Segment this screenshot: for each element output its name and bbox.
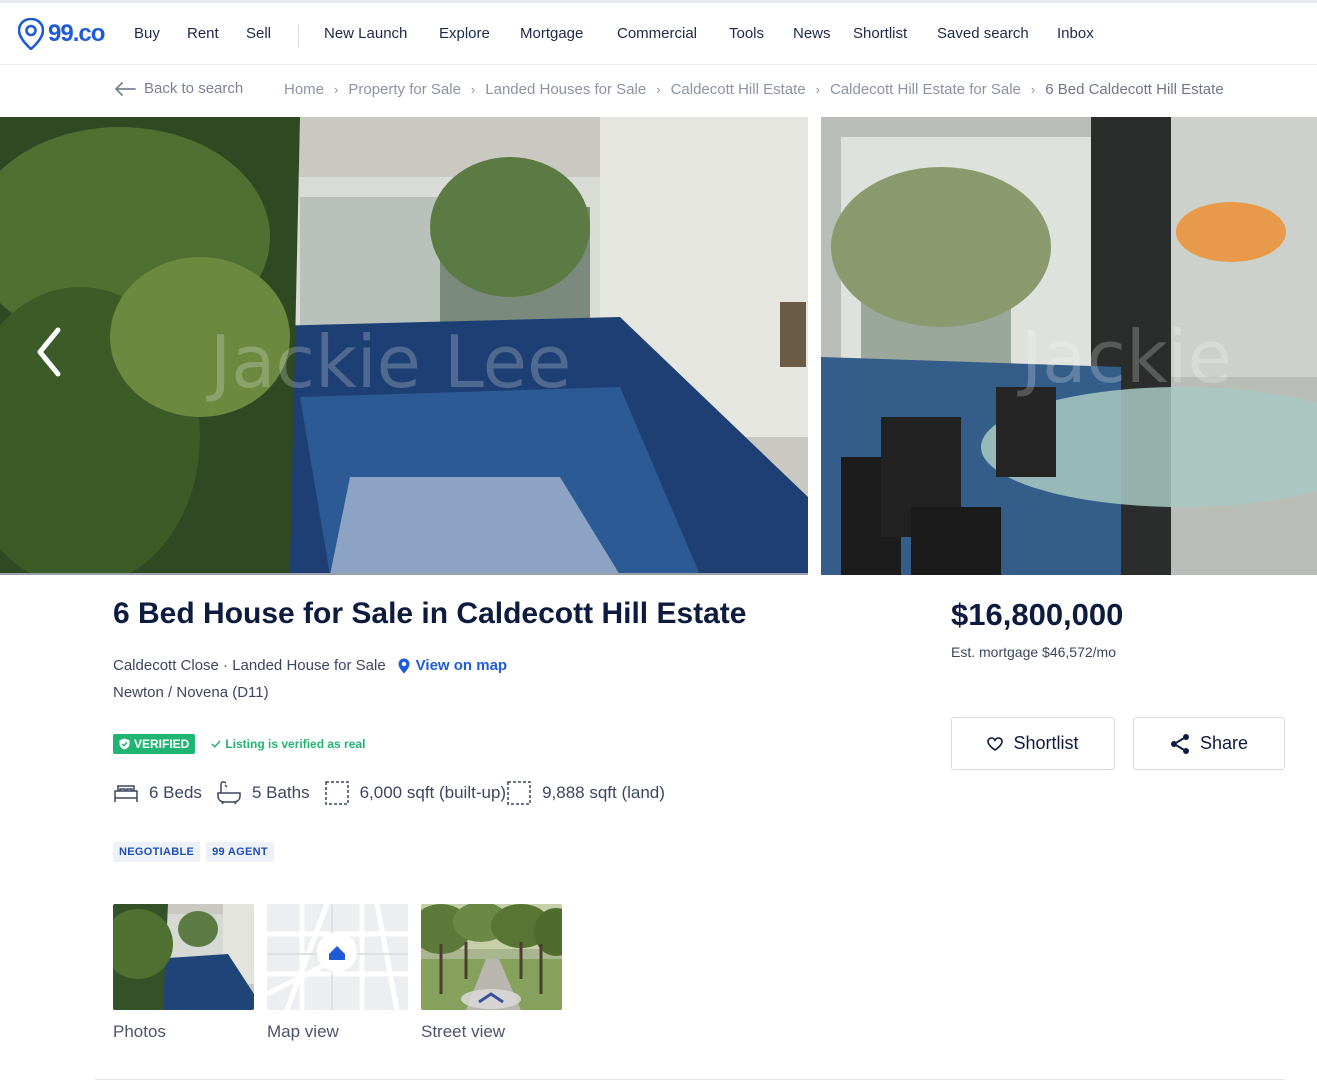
feature-baths: 5 Baths [216,780,310,806]
baths-label: 5 Baths [251,783,310,802]
pool-photo-image: Jackie Lee [0,117,808,575]
crumb-estate-for-sale[interactable]: Caldecott Hill Estate for Sale [830,81,1021,98]
thumb-photos-label: Photos [113,1022,166,1041]
feature-beds: 6 Beds [113,781,202,805]
thumb-street-view[interactable]: Street view [421,904,562,1042]
verified-note: Listing is verified as real [211,737,365,751]
nav-sell[interactable]: Sell [246,25,271,42]
nav-commercial[interactable]: Commercial [617,25,697,42]
listing-tags: NEGOTIABLE 99 AGENT [113,842,274,862]
location-pin-logo-icon [18,18,44,50]
crumb-landed-houses[interactable]: Landed Houses for Sale [485,81,646,98]
beds-label: 6 Beds [149,783,202,802]
shortlist-button[interactable]: Shortlist [951,717,1115,770]
thumb-street-view-label: Street view [421,1022,506,1041]
nav-tools[interactable]: Tools [729,25,764,42]
nav-mortgage[interactable]: Mortgage [520,25,583,42]
crumb-estate[interactable]: Caldecott Hill Estate [671,81,806,98]
nav-divider [298,25,299,47]
thumb-map-view[interactable]: Map view [267,904,408,1042]
crumb-current: 6 Bed Caldecott Hill Estate [1045,81,1224,98]
listing-district: Newton / Novena (D11) [113,684,269,701]
floor-area-icon [324,781,349,805]
media-thumbnails: Photos Map view Street view [113,904,562,1042]
watermark: Jackie [1017,315,1232,399]
share-icon [1170,733,1189,754]
logo-text: 99.co [48,20,105,47]
gallery-photo-dining[interactable]: Jackie [821,117,1317,575]
chevron-right-icon: › [815,82,820,97]
share-button-label: Share [1199,733,1249,753]
nav-saved-search[interactable]: Saved search [937,25,1029,42]
feature-land: 9,888 sqft (land) [506,780,665,806]
photos-thumbnail-image [113,904,254,1010]
nav-news[interactable]: News [793,25,831,42]
breadcrumb-trail: Home › Property for Sale › Landed Houses… [284,81,1224,98]
listing-address: Caldecott Close · Landed House for Sale … [113,657,507,674]
nav-rent[interactable]: Rent [187,25,219,42]
land-area-icon [507,781,531,805]
listing-price: $16,800,000 [951,597,1124,632]
tag-negotiable: NEGOTIABLE [113,842,201,862]
verification-row: VERIFIED Listing is verified as real [113,734,365,754]
top-navbar: 99.co Buy Rent Sell New Launch Explore M… [0,0,1317,65]
feature-built-up: 6,000 sqft (built-up) [324,780,506,806]
crumb-home[interactable]: Home [284,81,324,98]
check-icon [211,740,221,748]
back-to-search-label: Back to search [144,80,244,97]
share-button[interactable]: Share [1133,717,1285,770]
thumb-photos[interactable]: Photos [113,904,254,1042]
street-view-thumbnail-image [421,904,562,1010]
chevron-right-icon: › [470,82,476,97]
crumb-property-for-sale[interactable]: Property for Sale [348,81,461,98]
nav-new-launch[interactable]: New Launch [324,25,407,42]
chevron-right-icon: › [1030,82,1036,97]
built-up-label: 6,000 sqft (built-up) [359,783,507,802]
tag-99-agent: 99 AGENT [206,842,274,862]
nav-buy[interactable]: Buy [134,25,160,42]
logo[interactable]: 99.co [18,18,105,50]
section-divider [95,1079,1285,1080]
land-label: 9,888 sqft (land) [542,783,665,802]
verified-badge-label: VERIFIED [134,737,190,751]
listing-title: 6 Bed House for Sale in Caldecott Hill E… [113,597,747,630]
verified-note-label: Listing is verified as real [225,737,366,751]
chevron-left-icon[interactable] [30,322,70,382]
heart-icon [987,736,1004,751]
shortlist-button-label: Shortlist [1013,733,1079,753]
nav-shortlist[interactable]: Shortlist [853,25,907,42]
map-thumbnail-image [267,904,408,1010]
nav-explore[interactable]: Explore [439,25,490,42]
chevron-right-icon: › [656,82,661,97]
estimated-mortgage[interactable]: Est. mortgage $46,572/mo [951,644,1116,660]
address-text: Caldecott Close · Landed House for Sale [113,657,386,674]
breadcrumb: Back to search Home › Property for Sale … [0,66,1317,116]
dining-photo-image: Jackie [821,117,1317,575]
bed-icon [114,785,138,802]
view-on-map-link[interactable]: View on map [398,657,507,674]
watermark: Jackie Lee [206,320,571,404]
gallery-photo-pool[interactable]: Jackie Lee [0,117,808,575]
nav-inbox[interactable]: Inbox [1057,25,1094,42]
map-pin-icon [398,658,410,673]
view-on-map-label: View on map [415,657,508,674]
chevron-right-icon: › [334,82,339,97]
listing-features: 6 Beds 5 Baths 6,000 sqft (built-up) 9,8… [113,780,679,806]
bathtub-icon [217,781,241,805]
thumb-map-view-label: Map view [267,1022,339,1041]
back-to-search-link[interactable]: Back to search [114,80,243,97]
photo-gallery[interactable]: Jackie Lee Jackie [0,117,1317,577]
arrow-left-icon [115,81,136,96]
shield-check-icon [119,738,130,750]
verified-badge: VERIFIED [113,734,196,754]
